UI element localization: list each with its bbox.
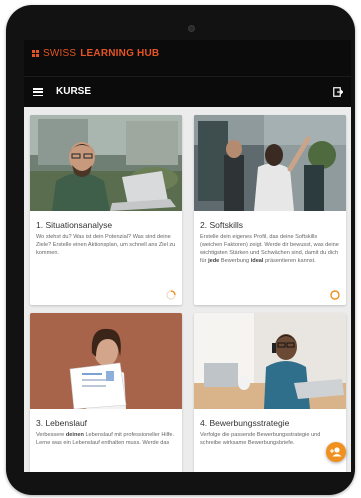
course-image-man-with-laptop	[30, 115, 182, 211]
brand-prefix: SWISS	[43, 48, 77, 59]
course-title: 2. Softskills	[200, 220, 243, 230]
course-card-bewerbungsstrategie[interactable]: 4. Bewerbungsstrategie Verfolge die pass…	[194, 313, 346, 472]
page-title: KURSE	[56, 86, 92, 97]
brand-header: SWISS LEARNING HUB	[24, 40, 351, 76]
course-card-softskills[interactable]: 2. Softskills Erstelle dein eigenes Prof…	[194, 115, 346, 305]
course-image-woman-with-cv	[30, 313, 182, 409]
brand-name: LEARNING HUB	[80, 48, 160, 59]
course-title: 4. Bewerbungsstrategie	[200, 418, 290, 428]
progress-ring-icon	[166, 290, 176, 300]
course-image-office-meeting	[194, 115, 346, 211]
tablet-frame: SWISS LEARNING HUB KURSE 1. Situationsan…	[6, 5, 355, 495]
course-description: Verfolge die passende Bewerbungsstrategi…	[200, 432, 321, 446]
course-image-man-on-phone	[194, 313, 346, 409]
course-title: 3. Lebenslauf	[36, 418, 88, 428]
course-card-lebenslauf[interactable]: 3. Lebenslauf Verbessere deinen Lebensla…	[30, 313, 182, 472]
course-description: Verbessere deinen Lebenslauf mit profess…	[36, 432, 175, 446]
top-navbar: KURSE	[24, 76, 351, 107]
add-user-button[interactable]	[326, 442, 346, 462]
hamburger-icon[interactable]	[33, 88, 43, 96]
course-description: Wo stehst du? Was ist dein Potenzial? Wa…	[36, 234, 176, 256]
course-title: 1. Situationsanalyse	[36, 220, 113, 230]
course-description: Erstelle dein eigenes Profil, das deine …	[200, 234, 339, 264]
exit-icon[interactable]	[333, 87, 343, 97]
progress-ring-icon	[330, 290, 340, 300]
brand-mark-icon	[32, 50, 39, 57]
course-grid: 1. Situationsanalyse Wo stehst du? Was i…	[24, 107, 351, 472]
course-card-situationsanalyse[interactable]: 1. Situationsanalyse Wo stehst du? Was i…	[30, 115, 182, 305]
app-screen: SWISS LEARNING HUB KURSE 1. Situationsan…	[24, 40, 351, 472]
front-camera	[188, 25, 195, 32]
add-user-icon	[330, 447, 342, 457]
brand-logo[interactable]: SWISS LEARNING HUB	[32, 48, 159, 59]
